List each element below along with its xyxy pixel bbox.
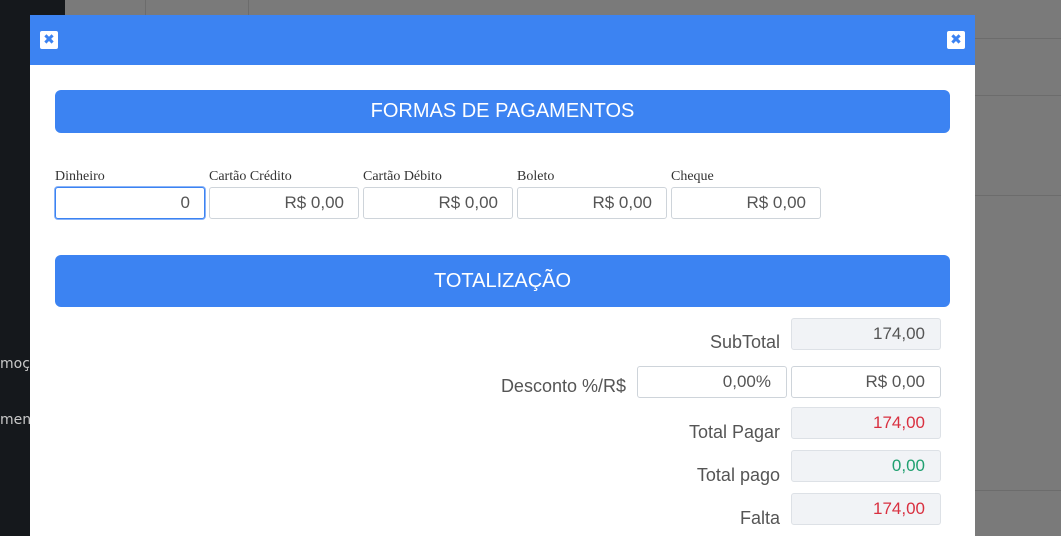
close-icon[interactable]: ✖	[40, 31, 58, 49]
background-divider	[975, 490, 1061, 491]
debit-card-input[interactable]: R$ 0,00	[363, 187, 513, 219]
payment-label: Boleto	[517, 169, 555, 184]
background-divider	[248, 0, 249, 15]
total-pay-value: 174,00	[791, 407, 941, 439]
cash-input[interactable]: 0	[55, 187, 205, 219]
background-divider	[975, 95, 1061, 96]
payment-field-debit-card: Cartão Débito R$ 0,00	[363, 169, 513, 219]
modal-header: ✖ ✖	[30, 15, 975, 65]
credit-card-input[interactable]: R$ 0,00	[209, 187, 359, 219]
subtotal-label: SubTotal	[709, 332, 780, 352]
totals-title: TOTALIZAÇÃO	[55, 255, 950, 307]
missing-value: 174,00	[791, 493, 941, 525]
background-divider	[975, 38, 1061, 39]
total-paid-value: 0,00	[791, 450, 941, 482]
payment-label: Dinheiro	[55, 169, 105, 184]
payment-field-boleto: Boleto R$ 0,00	[517, 169, 667, 219]
discount-label: Desconto %/R$	[500, 376, 626, 396]
discount-percent-input[interactable]: 0,00%	[637, 366, 787, 398]
total-paid-label: Total pago	[696, 465, 780, 485]
payment-label: Cheque	[671, 169, 714, 184]
subtotal-value: 174,00	[791, 318, 941, 350]
background-divider	[145, 0, 146, 15]
cheque-input[interactable]: R$ 0,00	[671, 187, 821, 219]
close-icon[interactable]: ✖	[947, 31, 965, 49]
boleto-input[interactable]: R$ 0,00	[517, 187, 667, 219]
payment-label: Cartão Crédito	[209, 169, 292, 184]
missing-label: Falta	[739, 508, 780, 528]
payment-field-cash: Dinheiro 0	[55, 169, 205, 219]
payment-methods-title: FORMAS DE PAGAMENTOS	[55, 90, 950, 133]
discount-value-input[interactable]: R$ 0,00	[791, 366, 941, 398]
payment-field-credit-card: Cartão Crédito R$ 0,00	[209, 169, 359, 219]
total-pay-label: Total Pagar	[688, 422, 780, 442]
payment-label: Cartão Débito	[363, 169, 442, 184]
payment-modal: ✖ ✖ FORMAS DE PAGAMENTOS Dinheiro 0 Cart…	[30, 15, 975, 536]
background-divider	[975, 195, 1061, 196]
payment-field-cheque: Cheque R$ 0,00	[671, 169, 821, 219]
